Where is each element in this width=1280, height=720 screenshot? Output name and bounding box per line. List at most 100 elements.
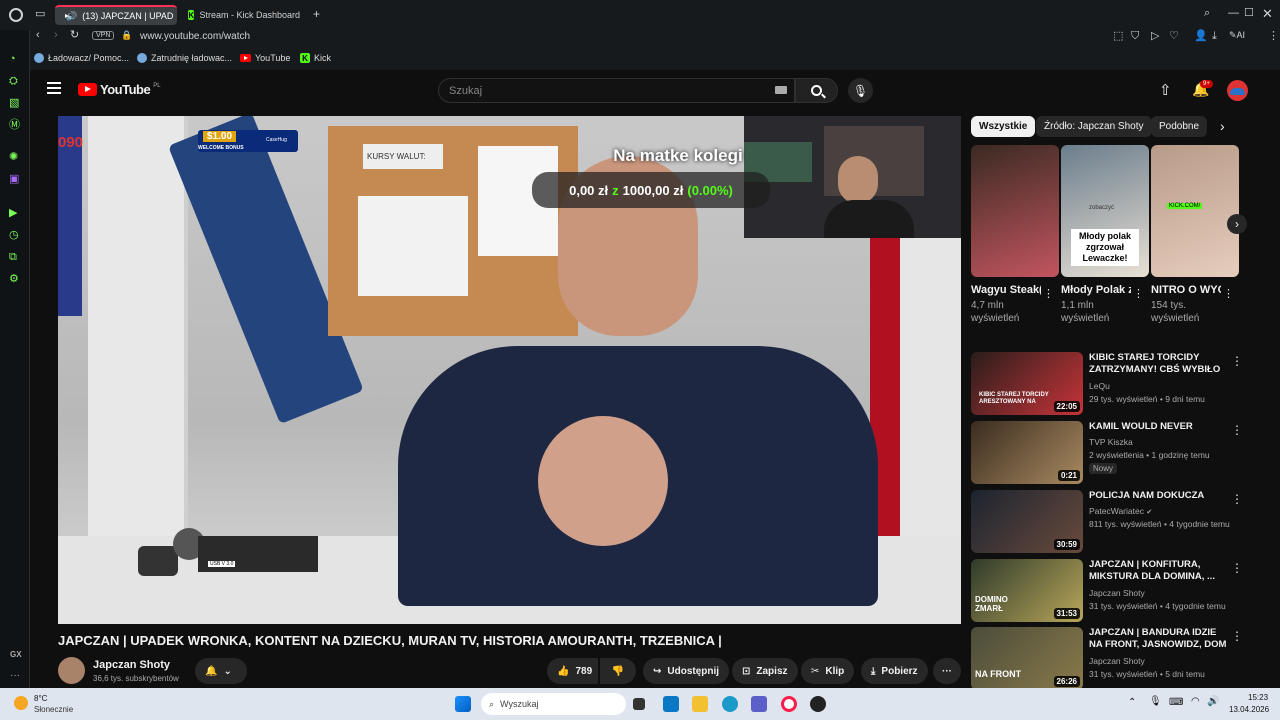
play-icon[interactable]: ▷ bbox=[1151, 31, 1159, 42]
account-icon[interactable]: 👤 bbox=[1194, 31, 1208, 42]
history-icon[interactable]: ◷ bbox=[9, 230, 19, 241]
clock-date[interactable]: 13.04.2026 bbox=[1229, 705, 1269, 714]
opera-logo-icon[interactable] bbox=[9, 8, 23, 22]
tab-manager-icon[interactable]: ▭ bbox=[35, 9, 45, 20]
keyboard-icon[interactable] bbox=[775, 86, 787, 94]
weather-icon[interactable] bbox=[14, 696, 28, 710]
tab-youtube[interactable]: 🔊 (13) JAPCZAN | UPAD bbox=[55, 5, 177, 25]
chevron-up-icon[interactable]: ⌃ bbox=[1128, 697, 1136, 708]
more-vert-icon[interactable]: ⋮ bbox=[1231, 561, 1243, 575]
keyboard-tray-icon[interactable]: ⌨ bbox=[1169, 697, 1183, 708]
youtube-header: YouTube PL Szukaj 🎙 ⇧ 🔔 9+ bbox=[30, 70, 1280, 110]
teams-icon[interactable] bbox=[751, 696, 767, 712]
short-item[interactable]: zobaczyć Młody polak zgrzował Lewaczke! … bbox=[1061, 145, 1149, 325]
channel-avatar[interactable] bbox=[58, 657, 85, 684]
forward-icon[interactable]: › bbox=[54, 30, 58, 41]
close-window-icon[interactable]: ✕ bbox=[1262, 7, 1273, 20]
taskbar-search-input[interactable]: ⌕ Wyszukaj bbox=[481, 693, 626, 715]
recommendation-channel: Japczan Shoty bbox=[1089, 588, 1145, 598]
gx-control-icon[interactable]: ⛭ bbox=[9, 76, 18, 87]
short-item[interactable]: KICK.COM/ NITRO O WYGLĄDZI... 154 tys. w… bbox=[1151, 145, 1239, 325]
gx-corner-icon[interactable]: ▧ bbox=[9, 98, 19, 109]
search-button[interactable] bbox=[795, 78, 838, 103]
youtube-logo[interactable]: YouTube PL bbox=[78, 82, 161, 97]
edge-icon[interactable] bbox=[722, 696, 738, 712]
more-vert-icon[interactable]: ⋮ bbox=[1231, 354, 1243, 368]
short-item[interactable]: Wagyu Steak(A5)... 4,7 mln wyświetleń ⋮ bbox=[971, 145, 1059, 325]
reload-icon[interactable]: ↻ bbox=[70, 30, 79, 41]
hamburger-menu-icon[interactable] bbox=[47, 82, 61, 94]
recommendation-item[interactable]: DOMINO ZMARŁ 31:53 JAPCZAN | KONFITURA, … bbox=[971, 559, 1271, 623]
search-input[interactable]: Szukaj bbox=[438, 78, 795, 103]
snapshot-icon[interactable]: ⬚ bbox=[1113, 31, 1123, 42]
paper-rates bbox=[358, 196, 468, 296]
video-player[interactable]: 090 KURSY WALUT: USB V 3.0 $1.00 WELCOME… bbox=[58, 116, 961, 624]
save-button[interactable]: ⊡ Zapisz bbox=[732, 658, 798, 684]
tab-kick-dashboard[interactable]: K Stream - Kick Dashboard bbox=[182, 5, 306, 25]
thumbnail-text: DOMINO ZMARŁ bbox=[975, 595, 1008, 613]
more-vert-icon[interactable]: ⋮ bbox=[1133, 287, 1144, 300]
subscribed-button[interactable]: 🔔 ⌄ bbox=[195, 658, 247, 684]
clip-button[interactable]: ✂ Klip bbox=[801, 658, 855, 684]
ai-icon[interactable]: ✎AI bbox=[1229, 31, 1245, 40]
like-button[interactable]: 👍 789 bbox=[547, 658, 598, 684]
messenger-icon[interactable]: Ⓜ bbox=[9, 120, 20, 131]
voice-search-button[interactable]: 🎙 bbox=[848, 78, 873, 103]
mic-tray-icon[interactable]: 🎙 bbox=[1149, 696, 1162, 707]
recommendation-item[interactable]: KIBIC STAREJ TORCIDY ARESZTOWANY NA 22:0… bbox=[971, 352, 1271, 416]
bookmark-item[interactable]: Ładowacz/ Pomoc... bbox=[34, 53, 129, 63]
more-icon[interactable]: ··· bbox=[10, 670, 20, 681]
chevron-right-icon[interactable]: › bbox=[1220, 118, 1225, 134]
bookmark-item[interactable]: Zatrudnię ładowac... bbox=[137, 53, 232, 63]
recommendation-item[interactable]: 30:59 POLICJA NAM DOKUCZA PatecWariatec … bbox=[971, 490, 1271, 554]
share-button[interactable]: ↪ Udostępnij bbox=[643, 658, 730, 684]
more-vert-icon[interactable]: ⋮ bbox=[1043, 287, 1054, 300]
upload-icon[interactable]: ⇧ bbox=[1159, 81, 1172, 99]
more-vert-icon[interactable]: ⋮ bbox=[1223, 287, 1234, 300]
speed-dial-icon[interactable]: ◔ bbox=[9, 54, 16, 65]
dislike-button[interactable]: 👎 bbox=[600, 658, 636, 684]
bookmark-item[interactable]: K Kick bbox=[300, 53, 331, 63]
download-button[interactable]: ⤓ Pobierz bbox=[861, 658, 928, 684]
more-vert-icon[interactable]: ⋮ bbox=[1231, 423, 1243, 437]
twitch-icon[interactable]: ▣ bbox=[9, 174, 19, 185]
task-view-icon[interactable] bbox=[633, 698, 645, 710]
search-tabs-icon[interactable]: ⌕ bbox=[1204, 8, 1210, 19]
vpn-badge[interactable]: VPN bbox=[92, 31, 115, 40]
extensions-icon[interactable]: ⧉ bbox=[9, 252, 17, 263]
shield-icon[interactable]: ⛉ bbox=[1131, 31, 1139, 42]
settings-icon[interactable]: ⚙ bbox=[9, 274, 19, 285]
file-explorer-icon[interactable] bbox=[692, 696, 708, 712]
chatgpt-icon[interactable]: ✺ bbox=[9, 152, 18, 163]
chip-related[interactable]: Podobne bbox=[1151, 116, 1208, 137]
bookmark-item[interactable]: YouTube bbox=[240, 53, 290, 63]
minimize-icon[interactable]: — bbox=[1228, 8, 1239, 19]
avatar[interactable] bbox=[1227, 80, 1248, 101]
monitor-app-icon[interactable] bbox=[663, 696, 679, 712]
shorts-next-button[interactable]: › bbox=[1227, 214, 1247, 234]
windows-start-icon[interactable] bbox=[455, 696, 471, 712]
more-vert-icon[interactable]: ⋮ bbox=[1231, 492, 1243, 506]
short-title: Wagyu Steak(A5)... bbox=[971, 284, 1041, 296]
more-actions-button[interactable]: ··· bbox=[933, 658, 961, 684]
mic-icon: 🎙 bbox=[852, 83, 869, 98]
channel-name[interactable]: Japczan Shoty bbox=[93, 659, 170, 671]
volume-icon[interactable]: 🔊 bbox=[1207, 696, 1219, 707]
maximize-icon[interactable]: ☐ bbox=[1244, 8, 1254, 19]
menu-icon[interactable]: ⋮ bbox=[1268, 31, 1279, 42]
chip-source[interactable]: Źródło: Japczan Shoty bbox=[1036, 116, 1152, 137]
back-icon[interactable]: ‹ bbox=[36, 30, 40, 41]
app-icon[interactable] bbox=[810, 696, 826, 712]
new-tab-button[interactable]: + bbox=[313, 8, 320, 20]
player-icon[interactable]: ▶ bbox=[9, 208, 17, 219]
clock-time[interactable]: 15:23 bbox=[1248, 693, 1268, 702]
chip-all[interactable]: Wszystkie bbox=[971, 116, 1036, 137]
url-text[interactable]: www.youtube.com/watch bbox=[140, 31, 250, 42]
recommendation-item[interactable]: NA FRONT 26:26 JAPCZAN | BANDURA IDZIE N… bbox=[971, 627, 1271, 691]
download-icon[interactable]: ⤓ bbox=[1212, 31, 1217, 42]
opera-gx-icon[interactable] bbox=[781, 696, 797, 712]
more-vert-icon[interactable]: ⋮ bbox=[1231, 629, 1243, 643]
wifi-icon[interactable]: ◠ bbox=[1191, 696, 1200, 707]
heart-icon[interactable]: ♡ bbox=[1169, 31, 1179, 42]
recommendation-item[interactable]: 0:21 KAMIL WOULD NEVER TVP Kiszka 2 wyśw… bbox=[971, 421, 1271, 485]
